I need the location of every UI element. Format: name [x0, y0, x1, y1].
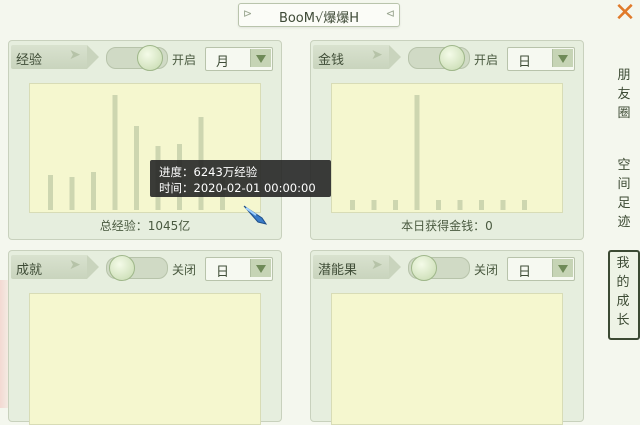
side-tab-growth[interactable]: 我 的 成 长	[613, 254, 633, 330]
side-tab-space-char: 迹	[617, 215, 631, 230]
side-tab-growth-char: 成	[616, 294, 630, 309]
achievement-toggle[interactable]	[106, 255, 168, 281]
side-tab-friends-char: 朋	[617, 68, 631, 83]
achievement-panel: 成就 ➤ 关闭 日	[8, 250, 282, 425]
experience-label: 经验	[16, 53, 43, 68]
chart-bar[interactable]	[457, 200, 463, 210]
chart-bar[interactable]	[350, 200, 355, 210]
title-bar: ⊳ BooM√爆爆H ⊲	[238, 3, 400, 27]
side-tab-space[interactable]: 空 间 足 迹	[614, 156, 634, 232]
potential-toggle[interactable]	[408, 255, 470, 281]
money-period-value: 日	[518, 55, 532, 70]
toggle-knob[interactable]	[109, 255, 135, 281]
potential-tag: 潜能果 ➤	[313, 255, 401, 279]
arrow-right-icon: ➤	[69, 257, 81, 273]
chart-bar[interactable]	[414, 95, 420, 210]
money-tag: 金钱 ➤	[313, 45, 401, 69]
money-panel-header: 金钱 ➤ 开启 日	[311, 41, 583, 75]
window-title: BooM√爆爆H	[278, 11, 360, 26]
experience-toggle-label: 开启	[172, 53, 197, 67]
toggle-knob[interactable]	[439, 45, 465, 71]
money-toggle[interactable]	[408, 45, 470, 71]
money-panel: 金钱 ➤ 开启 日 本日获得金钱：0	[310, 40, 584, 240]
money-label: 金钱	[318, 53, 345, 68]
pointer-cursor-icon	[243, 205, 268, 225]
chart-bar[interactable]	[69, 177, 75, 210]
side-tab-space-char: 间	[617, 177, 631, 192]
toggle-knob[interactable]	[411, 255, 437, 281]
potential-label: 潜能果	[318, 263, 358, 278]
side-tab-space-char: 空	[617, 158, 631, 173]
chart-bar[interactable]	[371, 200, 377, 210]
achievement-panel-header: 成就 ➤ 关闭 日	[9, 251, 281, 285]
chart-bar[interactable]	[436, 200, 441, 210]
side-tab-friends-char: 友	[617, 87, 631, 102]
chart-bar[interactable]	[393, 200, 398, 210]
money-chart-svg	[350, 95, 527, 210]
achievement-chart	[29, 293, 261, 425]
experience-tag: 经验 ➤	[11, 45, 99, 69]
achievement-period-select[interactable]: 日	[205, 257, 273, 281]
arrow-right-icon: ➤	[69, 47, 81, 63]
chevron-down-icon[interactable]	[552, 259, 573, 277]
potential-chart	[331, 293, 563, 425]
arrow-right-icon: ➤	[371, 257, 383, 273]
money-chart	[331, 83, 563, 213]
money-period-select[interactable]: 日	[507, 47, 575, 71]
chart-bar[interactable]	[112, 95, 118, 210]
experience-toggle[interactable]	[106, 45, 168, 71]
side-tab-growth-char: 长	[616, 313, 630, 328]
chevron-down-icon[interactable]	[250, 259, 271, 277]
potential-panel: 潜能果 ➤ 关闭 日	[310, 250, 584, 425]
side-tab-growth-char: 的	[616, 275, 630, 290]
arrow-right-icon: ➤	[371, 47, 383, 63]
side-tab-space-char: 足	[617, 196, 631, 211]
achievement-label: 成就	[16, 263, 43, 278]
toggle-knob[interactable]	[137, 45, 163, 71]
title-cap-right-icon: ⊲	[385, 7, 395, 20]
chart-bar[interactable]	[500, 200, 506, 210]
chevron-down-icon[interactable]	[250, 49, 271, 67]
chart-tooltip: 进度：6243万经验 时间：2020-02-01 00:00:00	[150, 160, 331, 197]
chart-bar[interactable]	[134, 126, 139, 210]
experience-period-value: 月	[216, 55, 230, 70]
achievement-period-value: 日	[216, 265, 230, 280]
side-tab-growth-char: 我	[616, 256, 630, 271]
money-today: 本日获得金钱：0	[401, 219, 493, 233]
chart-bar[interactable]	[479, 200, 484, 210]
chart-bar[interactable]	[522, 200, 527, 210]
close-button[interactable]: ✕	[612, 0, 638, 26]
achievement-tag: 成就 ➤	[11, 255, 99, 279]
side-tab-friends-char: 圈	[617, 106, 631, 121]
tooltip-progress: 进度：6243万经验	[159, 165, 258, 179]
potential-period-value: 日	[518, 265, 532, 280]
experience-period-select[interactable]: 月	[205, 47, 273, 71]
potential-panel-header: 潜能果 ➤ 关闭 日	[311, 251, 583, 285]
chart-bar[interactable]	[48, 175, 53, 210]
money-toggle-label: 开启	[474, 53, 499, 67]
tooltip-time: 时间：2020-02-01 00:00:00	[159, 181, 316, 195]
side-tab-friends[interactable]: 朋 友 圈	[614, 66, 634, 123]
experience-panel-header: 经验 ➤ 开启 月	[9, 41, 281, 75]
chevron-down-icon[interactable]	[552, 49, 573, 67]
potential-period-select[interactable]: 日	[507, 257, 575, 281]
potential-toggle-label: 关闭	[474, 263, 499, 277]
chart-bar[interactable]	[91, 172, 96, 210]
achievement-toggle-label: 关闭	[172, 263, 197, 277]
